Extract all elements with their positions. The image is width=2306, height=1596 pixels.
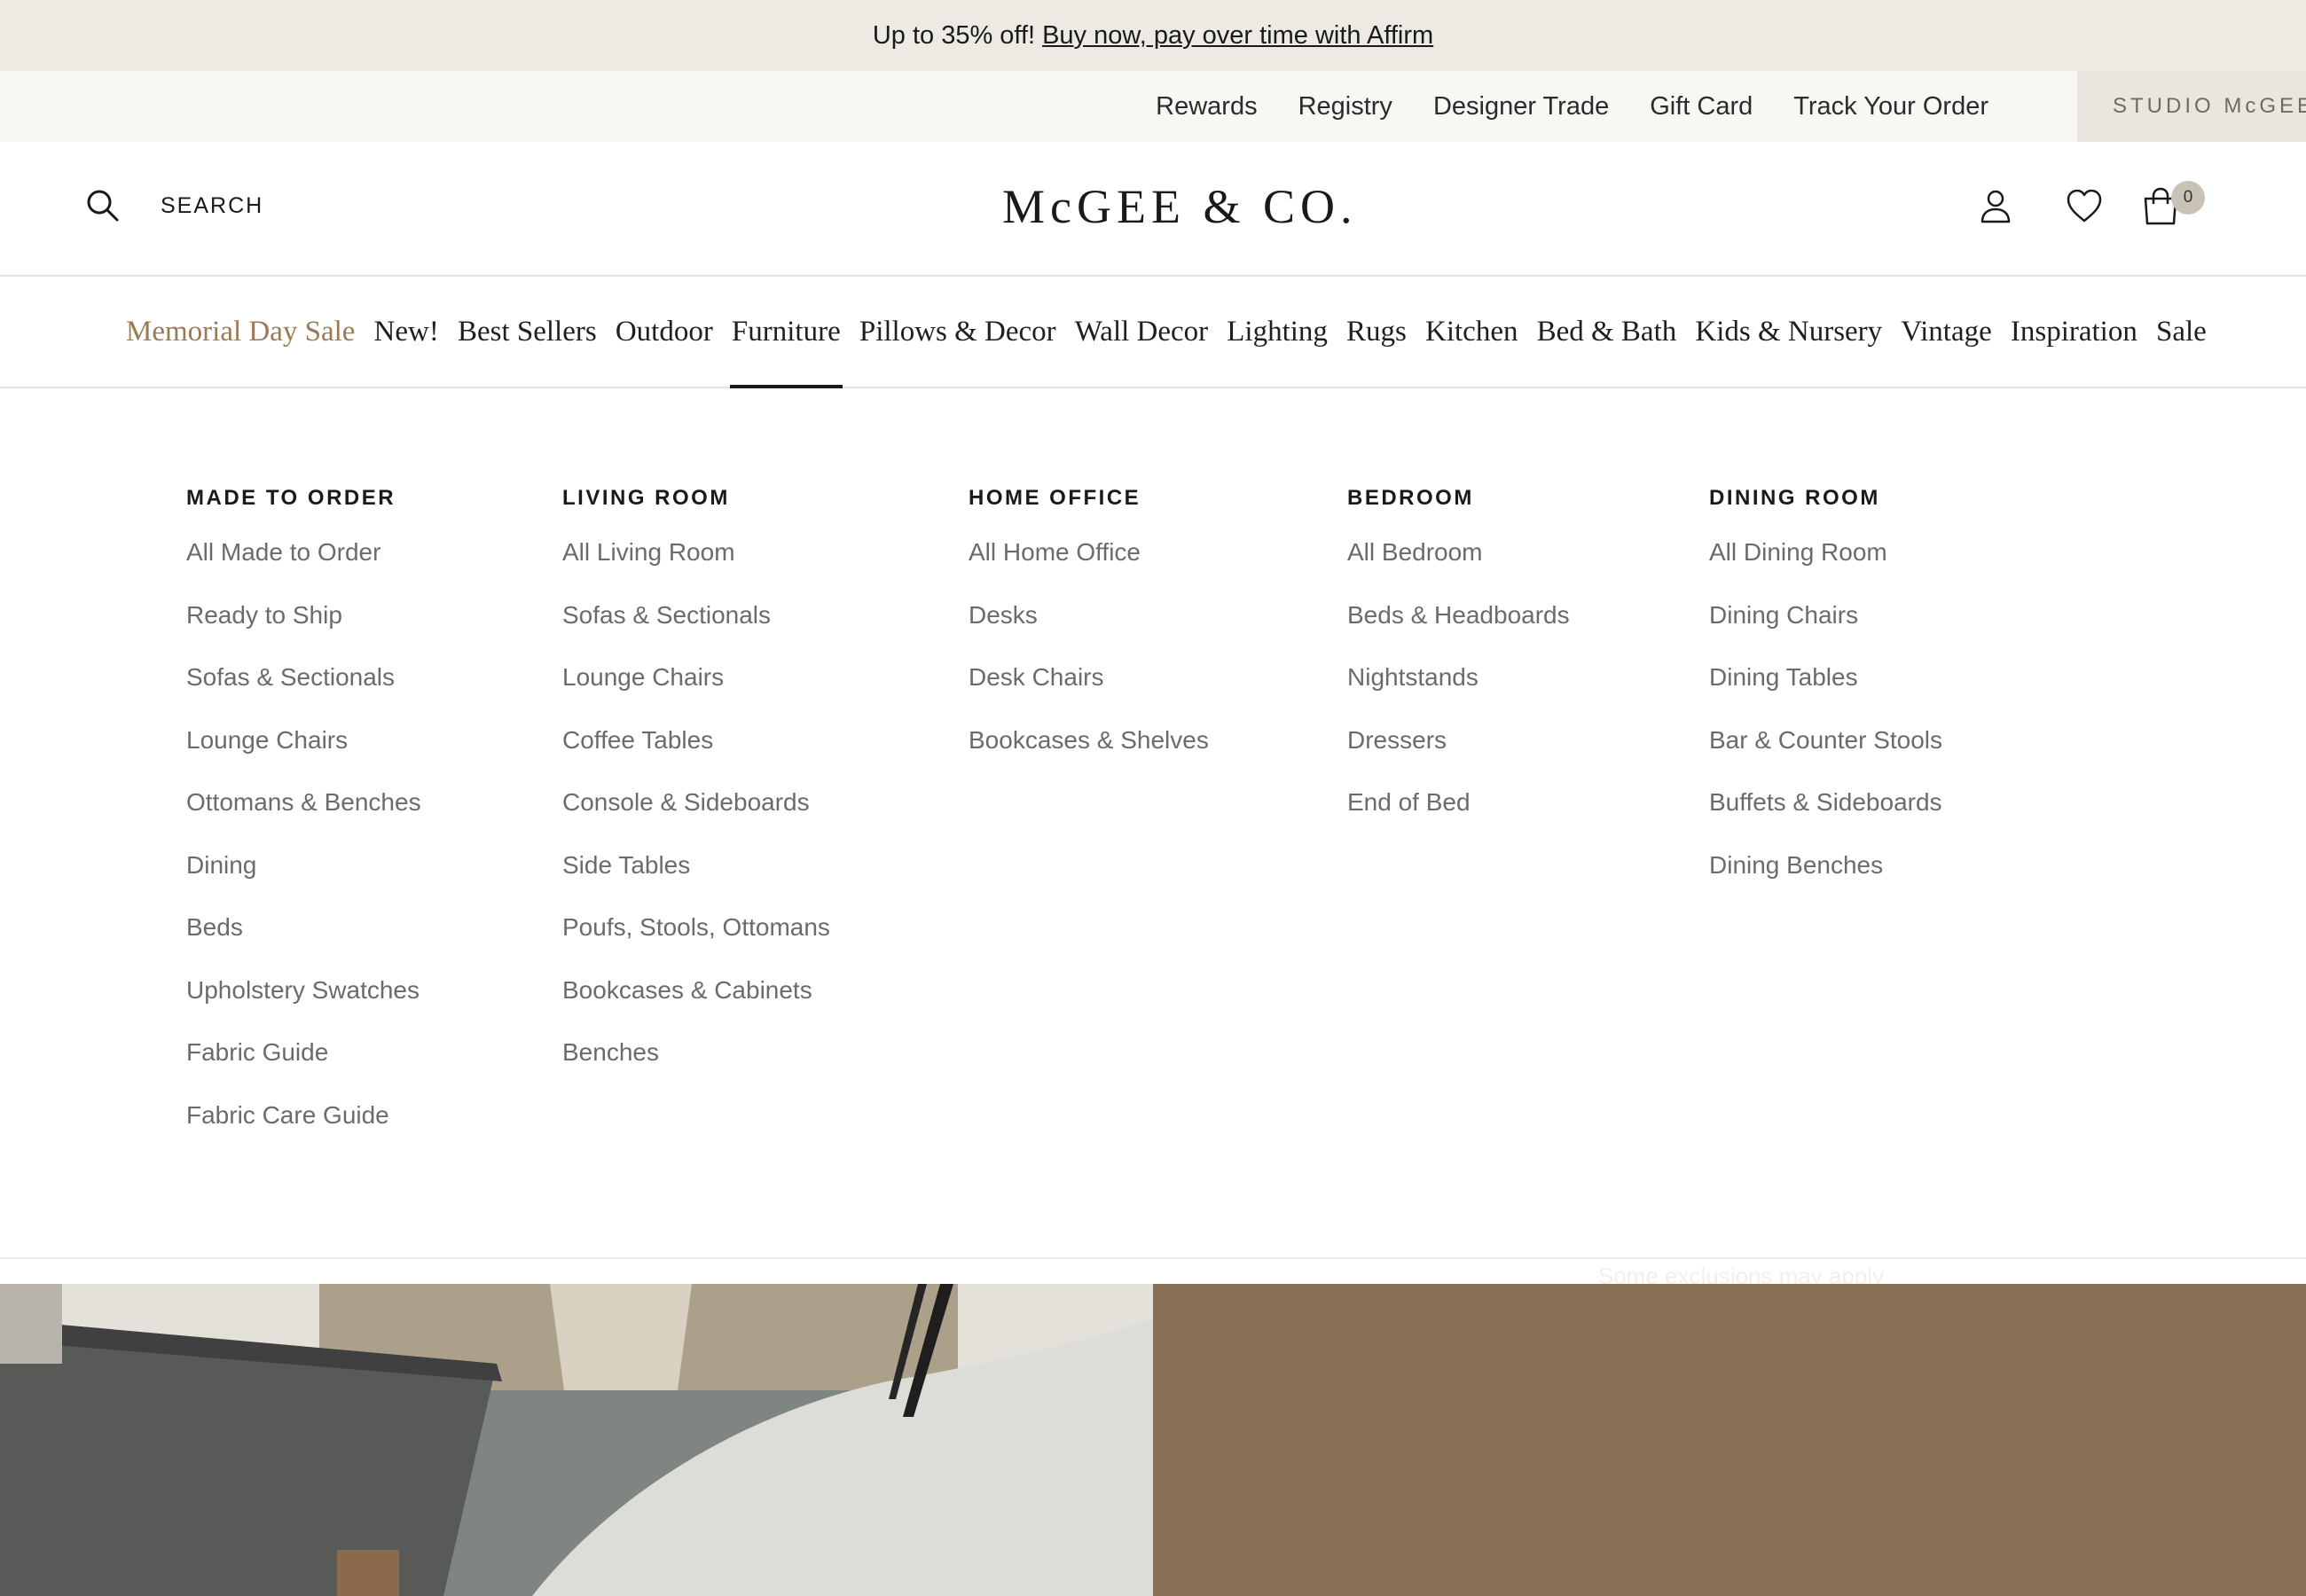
menu-link[interactable]: Benches: [562, 1039, 830, 1102]
menu-link[interactable]: Sofas & Sectionals: [186, 664, 421, 727]
column-heading[interactable]: DINING ROOM: [1709, 486, 1942, 511]
affirm-link[interactable]: Buy now, pay over time with Affirm: [1042, 21, 1433, 51]
menu-link[interactable]: All Living Room: [562, 539, 830, 602]
menu-link[interactable]: All Made to Order: [186, 539, 421, 602]
living-room-photo: [0, 1284, 1153, 1596]
nav-item-pillows-decor[interactable]: Pillows & Decor: [859, 277, 1056, 387]
menu-link[interactable]: Sofas & Sectionals: [562, 601, 830, 665]
menu-link[interactable]: Upholstery Swatches: [186, 976, 421, 1040]
menu-link[interactable]: Dining: [186, 851, 421, 915]
menu-link[interactable]: Dining Tables: [1709, 664, 1942, 727]
site-logo[interactable]: McGEE & CO.: [1002, 179, 1357, 241]
menu-link[interactable]: Fabric Care Guide: [186, 1101, 421, 1165]
nav-item-sale[interactable]: Sale: [2156, 277, 2207, 387]
menu-link[interactable]: Ottomans & Benches: [186, 789, 421, 852]
search-icon[interactable]: [85, 188, 121, 223]
utility-link-track-order[interactable]: Track Your Order: [1793, 92, 1988, 121]
menu-link[interactable]: Dining Chairs: [1709, 601, 1942, 665]
menu-link[interactable]: Lounge Chairs: [562, 664, 830, 727]
furniture-mega-menu: MADE TO ORDER All Made to Order Ready to…: [0, 388, 2306, 1259]
menu-link[interactable]: Beds & Headboards: [1347, 601, 1570, 665]
menu-link[interactable]: Beds: [186, 914, 421, 977]
promo-text: Up to 35% off!: [872, 20, 1036, 50]
menu-link[interactable]: Nightstands: [1347, 664, 1570, 727]
menu-link[interactable]: Lounge Chairs: [186, 726, 421, 790]
menu-link[interactable]: Side Tables: [562, 851, 830, 915]
column-heading[interactable]: HOME OFFICE: [969, 486, 1209, 511]
wishlist-heart-icon[interactable]: [2065, 186, 2104, 225]
hero-promo-panel: [1153, 1284, 2306, 1596]
column-heading[interactable]: LIVING ROOM: [562, 486, 830, 511]
menu-link[interactable]: End of Bed: [1347, 789, 1570, 852]
account-icon[interactable]: [1976, 186, 2015, 225]
utility-link-designer-trade[interactable]: Designer Trade: [1433, 92, 1609, 121]
menu-link[interactable]: All Bedroom: [1347, 539, 1570, 602]
menu-link[interactable]: Ready to Ship: [186, 601, 421, 665]
utility-bar: Rewards Registry Designer Trade Gift Car…: [0, 71, 2306, 142]
menu-link[interactable]: Dining Benches: [1709, 851, 1942, 915]
hero-image[interactable]: [0, 1284, 1153, 1596]
utility-link-gift-card[interactable]: Gift Card: [1650, 92, 1753, 121]
search-label[interactable]: SEARCH: [161, 193, 263, 219]
menu-link[interactable]: Poufs, Stools, Ottomans: [562, 914, 830, 977]
menu-link[interactable]: Coffee Tables: [562, 726, 830, 790]
menu-link[interactable]: Fabric Guide: [186, 1039, 421, 1102]
studio-mcgee-link[interactable]: STUDIO McGEE: [2077, 71, 2306, 142]
menu-link[interactable]: Bar & Counter Stools: [1709, 726, 1942, 790]
menu-column-made-to-order: MADE TO ORDER All Made to Order Ready to…: [186, 486, 421, 1164]
nav-item-outdoor[interactable]: Outdoor: [616, 277, 713, 387]
utility-links: Rewards Registry Designer Trade Gift Car…: [1156, 71, 1988, 142]
promo-banner: Up to 35% off! Buy now, pay over time wi…: [0, 0, 2306, 71]
nav-item-best-sellers[interactable]: Best Sellers: [458, 277, 597, 387]
nav-item-vintage[interactable]: Vintage: [1901, 277, 1991, 387]
nav-item-lighting[interactable]: Lighting: [1227, 277, 1328, 387]
menu-link[interactable]: Desk Chairs: [969, 664, 1209, 727]
menu-column-bedroom: BEDROOM All Bedroom Beds & Headboards Ni…: [1347, 486, 1570, 852]
nav-item-furniture[interactable]: Furniture: [729, 277, 843, 388]
site-header: SEARCH McGEE & CO. 0: [0, 142, 2306, 277]
menu-link[interactable]: Bookcases & Shelves: [969, 726, 1209, 790]
main-nav: Memorial Day Sale New! Best Sellers Outd…: [0, 277, 2306, 388]
nav-item-kids-nursery[interactable]: Kids & Nursery: [1695, 277, 1882, 387]
menu-link[interactable]: Bookcases & Cabinets: [562, 976, 830, 1040]
cart-count-badge: 0: [2171, 181, 2205, 215]
menu-link[interactable]: Dressers: [1347, 726, 1570, 790]
utility-link-rewards[interactable]: Rewards: [1156, 92, 1257, 121]
menu-column-dining-room: DINING ROOM All Dining Room Dining Chair…: [1709, 486, 1942, 914]
nav-item-inspiration[interactable]: Inspiration: [2011, 277, 2137, 387]
menu-link[interactable]: Buffets & Sideboards: [1709, 789, 1942, 852]
nav-item-rugs[interactable]: Rugs: [1346, 277, 1407, 387]
menu-link[interactable]: Desks: [969, 601, 1209, 665]
menu-column-living-room: LIVING ROOM All Living Room Sofas & Sect…: [562, 486, 830, 1102]
menu-link[interactable]: All Dining Room: [1709, 539, 1942, 602]
column-heading[interactable]: BEDROOM: [1347, 486, 1570, 511]
nav-item-new[interactable]: New!: [374, 277, 439, 387]
menu-column-home-office: HOME OFFICE All Home Office Desks Desk C…: [969, 486, 1209, 789]
utility-link-registry[interactable]: Registry: [1298, 92, 1392, 121]
menu-link[interactable]: All Home Office: [969, 539, 1209, 602]
nav-item-bed-bath[interactable]: Bed & Bath: [1537, 277, 1677, 387]
nav-item-wall-decor[interactable]: Wall Decor: [1075, 277, 1208, 387]
nav-item-memorial-day-sale[interactable]: Memorial Day Sale: [126, 277, 355, 387]
menu-link[interactable]: Console & Sideboards: [562, 789, 830, 852]
nav-item-kitchen[interactable]: Kitchen: [1425, 277, 1518, 387]
column-heading[interactable]: MADE TO ORDER: [186, 486, 421, 511]
